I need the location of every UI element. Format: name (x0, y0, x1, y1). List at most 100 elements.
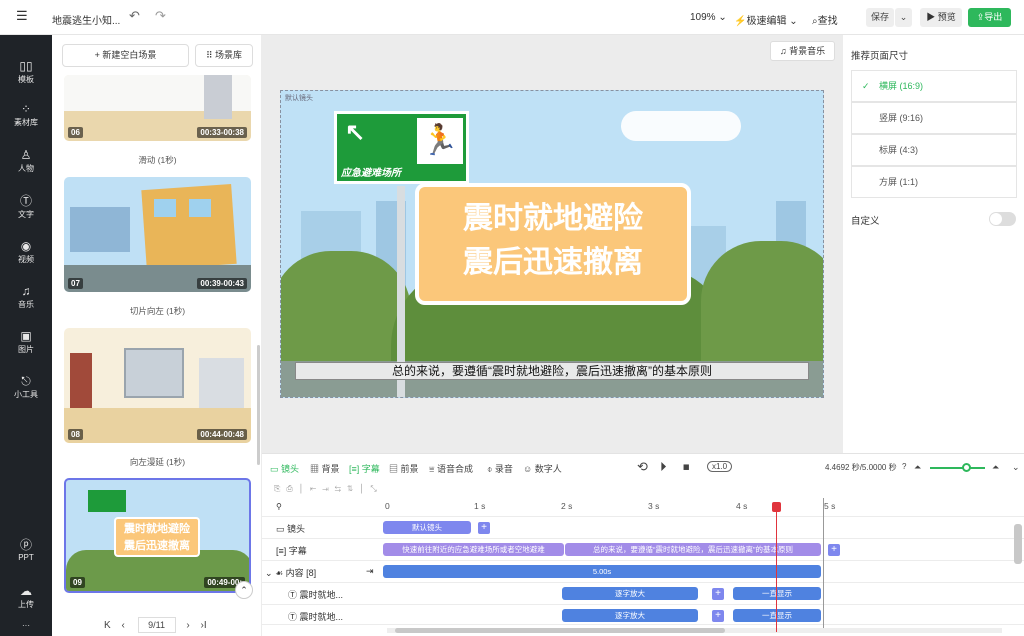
add-caption-button[interactable]: + (828, 544, 840, 556)
bg-music-button[interactable]: ♫ 背景音乐 (770, 41, 835, 61)
add-anim-button[interactable]: + (712, 588, 724, 600)
scene-canvas[interactable]: 默认镜头 ↖ 🏃 应急避难场所 震时就地避险 震后迅速撤离 总的来说，要遵循“震… (280, 90, 824, 398)
subtitle-bar[interactable]: 总的来说，要遵循“震时就地避险，震后迅速撤离”的基本原则 (295, 362, 809, 380)
anim-clip[interactable]: 逐字放大 (562, 587, 698, 600)
collapse-track-icon[interactable]: ⇥ (366, 566, 374, 577)
first-page-icon[interactable]: K (104, 620, 111, 631)
tab-background[interactable]: ▦ 背景 (310, 462, 340, 475)
speed-edit-button[interactable]: ⚡极速编辑 ⌄ (734, 12, 798, 27)
scrollbar[interactable] (257, 345, 260, 465)
zoom-out-icon[interactable]: ⏶ (914, 462, 921, 473)
add-shot-button[interactable]: + (478, 522, 490, 534)
mic-icon: ⌽ (487, 464, 493, 474)
add-anim-button[interactable]: + (712, 610, 724, 622)
zoom-slider[interactable] (930, 463, 985, 472)
collapse-timeline-icon[interactable]: ⌄ (1012, 462, 1020, 473)
redo-icon[interactable]: ↷ (155, 8, 166, 24)
scene-num: 07 (68, 278, 83, 289)
scene-num: 06 (68, 127, 83, 138)
rail-item-music[interactable]: ♫ 音乐 (0, 284, 52, 310)
caption-clip[interactable]: 总的来说，要遵循“震时就地避险，震后迅速撤离”的基本原则 (565, 543, 821, 556)
rail-item-image[interactable]: ▣ 图片 (0, 329, 52, 355)
playhead[interactable] (772, 502, 782, 632)
zoom-select[interactable]: 109% ⌄ (690, 12, 727, 23)
grid-icon: ⠿ (205, 50, 213, 60)
tick-label: 4 s (736, 501, 748, 511)
scene-caption: 切片向左 (1秒) (129, 306, 186, 316)
save-button[interactable]: 保存 (866, 8, 894, 27)
edit-tools[interactable]: ⎘⎙│⇤⇥⇆⇅│⤡ (274, 484, 383, 494)
tab-avatar[interactable]: ☺ 数字人 (523, 462, 562, 475)
undo-icon[interactable]: ↶ (129, 8, 140, 24)
scene-card-07[interactable]: 07 00:39-00:43 (64, 177, 251, 292)
scene-card-06[interactable]: 06 00:33-00:38 (64, 75, 251, 141)
sign-text: 应急避难场所 (341, 168, 401, 179)
rail-item-material[interactable]: ⁘ 素材库 (0, 102, 52, 128)
rail-item-text[interactable]: Ⓣ 文字 (0, 194, 52, 220)
preview-button[interactable]: ▶ 预览 (920, 8, 962, 27)
caption-icon: [≡] (349, 464, 360, 474)
speed-button[interactable]: x1.0 (707, 461, 733, 472)
tab-caption[interactable]: [≡] 字幕 (349, 462, 380, 475)
track-label: Ⓣ 震时就地... (288, 612, 344, 622)
anim-clip[interactable]: 逐字放大 (562, 609, 698, 622)
page-input[interactable]: 9/11 (137, 617, 176, 633)
time-ruler[interactable]: ⚲ 0 1 s 2 s 3 s 4 s 5 s (262, 498, 1024, 517)
track-label: [≡] 字幕 (276, 546, 307, 556)
headline-board[interactable]: 震时就地避险 震后迅速撤离 (415, 183, 691, 305)
size-option-4-3[interactable]: 标屏 (4:3) (851, 134, 1017, 166)
tools-icon: ⎋ (21, 374, 31, 388)
v-scrollbar[interactable] (1014, 524, 1022, 564)
size-option-1-1[interactable]: 方屏 (1:1) (851, 166, 1017, 198)
size-option-9-16[interactable]: 竖屏 (9:16) (851, 102, 1017, 134)
ruler-icon: ⚲ (276, 502, 282, 511)
rail-item-template[interactable]: ▯▯ 模板 (0, 59, 52, 85)
music-icon: ♫ (21, 284, 31, 298)
tab-foreground[interactable]: ▤ 前景 (389, 462, 419, 475)
scene-time: 00:39-00:43 (197, 278, 247, 289)
text-icon: Ⓣ (288, 590, 298, 600)
prev-page-icon[interactable]: ‹ (121, 620, 124, 631)
tick-label: 3 s (648, 501, 660, 511)
stop-circle-icon[interactable]: ⏹ (683, 459, 690, 475)
find-button[interactable]: ⌕查找 (812, 12, 838, 27)
project-title[interactable]: 地震逃生小知... (52, 12, 120, 27)
size-option-16-9[interactable]: ✓ 横屏 (16:9) (851, 70, 1017, 102)
play-circle-icon[interactable]: ⏵ (660, 459, 667, 475)
tab-tts[interactable]: ⩸ 语音合成 (429, 462, 473, 475)
help-icon[interactable]: ? (902, 462, 906, 471)
content-clip[interactable]: 5.00s (383, 565, 821, 578)
more-icon[interactable]: ··· (0, 621, 52, 630)
next-page-icon[interactable]: › (186, 620, 189, 631)
menu-icon[interactable]: ☰ (16, 8, 28, 24)
rail-item-tools[interactable]: ⎋ 小工具 (0, 374, 52, 400)
new-scene-button[interactable]: + 新建空白场景 (62, 44, 189, 67)
text-icon: Ⓣ (19, 194, 32, 208)
rail-item-person[interactable]: ♙ 人物 (0, 148, 52, 174)
text-icon: Ⓣ (288, 612, 298, 622)
rail-item-upload[interactable]: ☁ 上传 (0, 584, 52, 610)
collapse-up-icon[interactable]: ⌃ (235, 581, 253, 599)
scene-card-09[interactable]: 震时就地避险 震后迅速撤离 09 00:49-00: (64, 478, 251, 593)
track-label[interactable]: ⌄ ☙ 内容 [8] (265, 566, 316, 579)
tick-label: 0 (385, 501, 390, 511)
scene-num: 09 (70, 577, 85, 588)
export-button[interactable]: ⇪导出 (968, 8, 1011, 27)
rail-item-video[interactable]: ◉ 视频 (0, 239, 52, 265)
save-dropdown[interactable]: ⌄ (895, 8, 912, 27)
replay-icon[interactable]: ⟲ (637, 459, 648, 475)
scene-lib-button[interactable]: ⠿ 场景库 (195, 44, 253, 67)
shot-clip[interactable]: 默认镜头 (383, 521, 471, 534)
zoom-in-icon[interactable]: ⏶ (992, 462, 999, 473)
tick-label: 1 s (474, 501, 486, 511)
custom-toggle[interactable] (989, 212, 1016, 226)
tick-label: 5 s (824, 501, 836, 511)
tab-record[interactable]: ⌽ 录音 (487, 462, 513, 475)
caption-clip[interactable]: 快速前往附近的应急避难场所或者空地避难 (383, 543, 564, 556)
rail-item-ppt[interactable]: ⓟ PPT (0, 538, 52, 562)
tab-shot[interactable]: ▭ 镜头 (270, 462, 299, 475)
last-page-icon[interactable]: ›I (200, 620, 206, 631)
custom-label: 自定义 (851, 216, 880, 227)
scene-card-08[interactable]: 08 00:44-00:48 (64, 328, 251, 443)
h-scrollbar[interactable] (387, 628, 1002, 633)
